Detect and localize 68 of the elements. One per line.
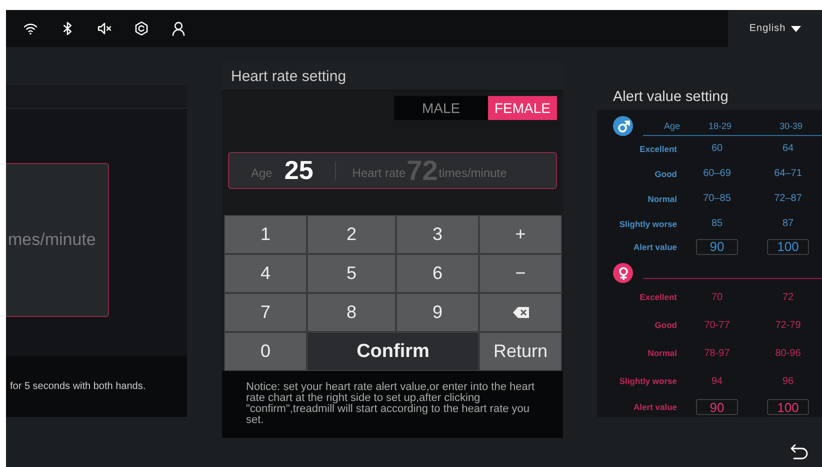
heart-rate-range: 94 bbox=[710, 376, 724, 386]
age-header: Age bbox=[662, 120, 680, 130]
back-button[interactable] bbox=[790, 444, 808, 460]
keypad-key[interactable]: 1 bbox=[224, 215, 307, 254]
rating-label: Good bbox=[654, 168, 677, 178]
keypad-key[interactable]: 3 bbox=[396, 215, 479, 254]
gender-tab[interactable]: FEMALE bbox=[488, 96, 557, 120]
language-dropdown[interactable]: English bbox=[728, 10, 822, 47]
keypad-key[interactable]: + bbox=[479, 215, 562, 254]
unit-label: mes/minute bbox=[7, 230, 96, 250]
alert-value-field[interactable]: 100 bbox=[767, 238, 809, 254]
alert-value-label: Alert value bbox=[632, 402, 677, 412]
dialog-title: Heart rate setting bbox=[222, 62, 563, 91]
backspace-icon bbox=[512, 307, 528, 318]
heart-rate-range: 70 bbox=[710, 292, 724, 302]
female-symbol-icon bbox=[613, 263, 633, 283]
heart-rate-range: 64 bbox=[781, 143, 795, 154]
panel-title: Alert value setting bbox=[597, 83, 822, 110]
heart-rate-range: 87 bbox=[781, 218, 795, 229]
alert-value-field[interactable]: 100 bbox=[767, 399, 809, 415]
alert-value-field[interactable]: 90 bbox=[696, 238, 738, 254]
rating-label: Normal bbox=[646, 194, 677, 204]
heart-rate-range: 70-77 bbox=[703, 320, 731, 330]
heart-rate-range: 72-79 bbox=[774, 320, 802, 330]
user-icon[interactable] bbox=[170, 20, 187, 37]
alert-value-field[interactable]: 90 bbox=[696, 399, 738, 415]
keypad-key[interactable]: 8 bbox=[307, 293, 396, 332]
rating-label: Excellent bbox=[638, 292, 677, 302]
keypad-key[interactable]: Return bbox=[479, 332, 562, 371]
keypad-key[interactable]: 5 bbox=[307, 254, 396, 293]
notice-text: Notice: set your heart rate alert value,or enter into the heart rate chart at the right side to set up,after clicking "confirm",treadmill will start according to the heart rate you set. bbox=[222, 371, 563, 438]
heart-rate-range: 78-97 bbox=[703, 348, 731, 358]
age-value: 25 bbox=[284, 155, 314, 186]
mute-icon[interactable] bbox=[96, 20, 113, 37]
heart-rate-label: Heart rate bbox=[352, 166, 406, 180]
age-label: Age bbox=[251, 166, 272, 180]
keypad-key[interactable]: 7 bbox=[224, 293, 307, 332]
heart-rate-range: 96 bbox=[781, 376, 795, 386]
settings-icon[interactable] bbox=[133, 20, 150, 37]
unit-label: times/minute bbox=[438, 166, 507, 180]
confirm-button[interactable]: Confirm bbox=[307, 332, 479, 371]
heart-rate-range: 70–85 bbox=[702, 193, 732, 204]
keypad-key[interactable]: 6 bbox=[396, 254, 479, 293]
heart-rate-range: 60 bbox=[710, 143, 724, 154]
caret-icon bbox=[790, 26, 801, 32]
backspace-key[interactable] bbox=[479, 293, 562, 332]
heart-rate-range: 85 bbox=[710, 218, 724, 229]
heart-rate-range: 64–71 bbox=[773, 168, 803, 179]
keypad-key[interactable]: 9 bbox=[396, 293, 479, 332]
keypad-key[interactable]: 2 bbox=[307, 215, 396, 254]
male-symbol-icon bbox=[613, 116, 633, 136]
rating-label: Normal bbox=[646, 348, 677, 358]
rating-label: Slightly worse bbox=[618, 376, 677, 386]
keypad-key[interactable]: − bbox=[479, 254, 562, 293]
heart-rate-range: 72 bbox=[781, 292, 795, 302]
keypad-key[interactable]: 0 bbox=[224, 332, 307, 371]
rating-label: Slightly worse bbox=[618, 218, 677, 228]
keypad-key[interactable]: 4 bbox=[224, 254, 307, 293]
instruction-text: for 5 seconds with both hands. bbox=[10, 381, 146, 392]
heart-rate-range: 80-96 bbox=[774, 348, 802, 358]
rating-label: Good bbox=[654, 320, 677, 330]
gender-tab[interactable]: MALE bbox=[394, 96, 488, 120]
heart-rate-range: 60–69 bbox=[702, 168, 732, 179]
age-group-header: 30-39 bbox=[778, 120, 804, 130]
heart-rate-range: 72–87 bbox=[773, 193, 803, 204]
alert-value-label: Alert value bbox=[632, 242, 677, 252]
age-group-header: 18-29 bbox=[707, 120, 733, 130]
rating-label: Excellent bbox=[638, 144, 677, 154]
